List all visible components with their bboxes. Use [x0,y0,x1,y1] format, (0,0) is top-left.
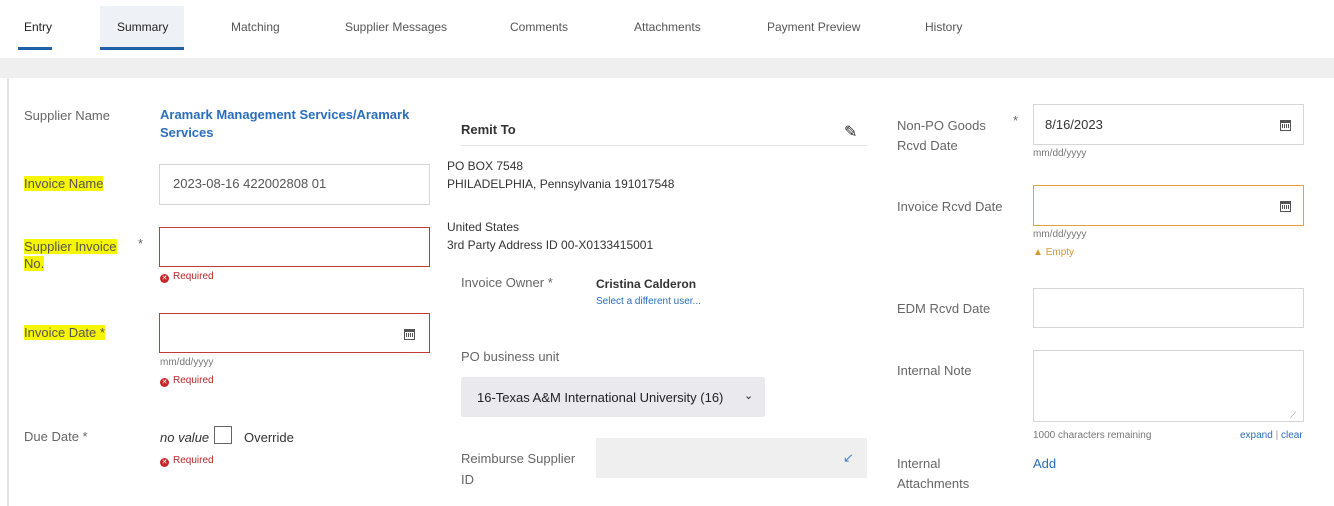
non-po-goods-rcvd-label: Non-PO Goods Rcvd Date [897,118,986,153]
required-star: * [1013,113,1019,128]
reimburse-supplier-field[interactable]: ↙ [596,438,867,478]
internal-note-textarea[interactable]: ⟋ [1033,350,1304,422]
characters-remaining: 1000 characters remaining [1033,430,1152,441]
remit-line2: PHILADELPHIA, Pennsylvania 191017548 [447,177,675,191]
add-attachment-link[interactable]: Add [1033,456,1056,471]
required-star: * [138,236,144,251]
po-business-unit-value: 16-Texas A&M International University (1… [477,390,724,405]
tab-summary[interactable]: Summary [117,20,168,34]
required-message: ✕ Required [160,375,214,387]
tab-matching[interactable]: Matching [231,20,280,34]
edm-rcvd-date-label: EDM Rcvd Date [897,301,991,316]
remit-address: PO BOX 7548 PHILADELPHIA, Pennsylvania 1… [447,157,674,193]
calendar-icon[interactable] [1280,120,1291,131]
remit-to-title: Remit To [461,122,516,137]
invoice-date-field[interactable] [159,313,430,353]
note-actions: expand | clear [1240,430,1303,441]
supplier-invoice-no-field[interactable] [159,227,430,267]
separator: | [1275,430,1279,441]
non-po-goods-rcvd-field[interactable]: 8/16/2023 [1033,104,1304,145]
empty-warning: ▲ Empty [1033,247,1075,258]
tab-entry[interactable]: Entry [24,20,52,34]
third-party-address-id: 3rd Party Address ID 00-X0133415001 [447,238,654,252]
internal-attachments-label: Internal Attachments [897,456,970,491]
internal-note-label: Internal Note [897,363,972,378]
date-format-hint: mm/dd/yyyy [1033,229,1087,240]
summary-tab-indicator [100,47,184,50]
edit-pencil-icon[interactable]: ✎ [844,122,857,142]
remit-line1: PO BOX 7548 [447,159,524,173]
tab-bar: Entry Summary Matching Supplier Messages… [0,0,1334,50]
clear-link[interactable]: clear [1281,430,1303,441]
error-icon: ✕ [160,458,169,467]
invoice-owner-label: Invoice Owner * [461,275,553,290]
tab-supplier-messages[interactable]: Supplier Messages [345,20,447,34]
invoice-rcvd-date-label: Invoice Rcvd Date [897,199,1003,214]
remit-divider [461,145,867,146]
remit-country-block: United States 3rd Party Address ID 00-X0… [447,218,653,254]
invoice-name-label: Invoice Name [24,176,104,191]
calendar-icon[interactable] [404,329,415,340]
tab-attachments[interactable]: Attachments [634,20,701,34]
due-date-value: no value [160,430,210,445]
due-date-label: Due Date * [24,429,88,444]
non-po-goods-rcvd-value: 8/16/2023 [1045,117,1103,132]
po-business-unit-select[interactable]: 16-Texas A&M International University (1… [461,377,765,417]
po-business-unit-label: PO business unit [461,349,560,364]
tab-history[interactable]: History [925,20,962,34]
supplier-name-line1: Aramark Management Services/Aramark [160,107,410,122]
supplier-invoice-label: Supplier Invoice No. [24,239,117,271]
expand-link[interactable]: expand [1240,430,1273,441]
tab-comments[interactable]: Comments [510,20,568,34]
override-checkbox[interactable] [214,426,232,444]
invoice-date-label: Invoice Date * [24,325,105,340]
calendar-icon[interactable] [1280,201,1291,212]
chevron-down-icon: ⌄ [744,390,754,402]
supplier-name-link[interactable]: Aramark Management Services/Aramark Serv… [160,106,409,142]
error-icon: ✕ [160,274,169,283]
tab-payment-preview[interactable]: Payment Preview [767,20,860,34]
section-divider [0,58,1334,78]
supplier-name-label: Supplier Name [24,108,110,123]
edm-rcvd-date-field[interactable] [1033,288,1304,328]
invoice-rcvd-date-field[interactable] [1033,185,1304,226]
error-icon: ✕ [160,378,169,387]
select-different-user-link[interactable]: Select a different user... [596,296,701,307]
reimburse-supplier-label: Reimburse Supplier ID [461,451,576,487]
active-tab-indicator [18,47,52,50]
override-label: Override [244,430,294,445]
supplier-name-line2: Services [160,125,214,140]
required-message: ✕ Required [160,271,214,283]
remit-country: United States [447,220,520,234]
invoice-name-field[interactable]: 2023-08-16 422002808 01 [159,164,430,205]
required-message: ✕ Required [160,455,214,467]
date-format-hint: mm/dd/yyyy [1033,148,1087,159]
resize-handle-icon[interactable]: ⟋ [1290,410,1296,421]
lookup-arrow-icon[interactable]: ↙ [843,450,854,466]
warning-icon: ▲ [1033,247,1043,258]
invoice-owner-name: Cristina Calderon [596,277,697,291]
date-format-hint: mm/dd/yyyy [160,357,214,368]
left-border [7,78,9,506]
invoice-name-value: 2023-08-16 422002808 01 [173,176,327,191]
